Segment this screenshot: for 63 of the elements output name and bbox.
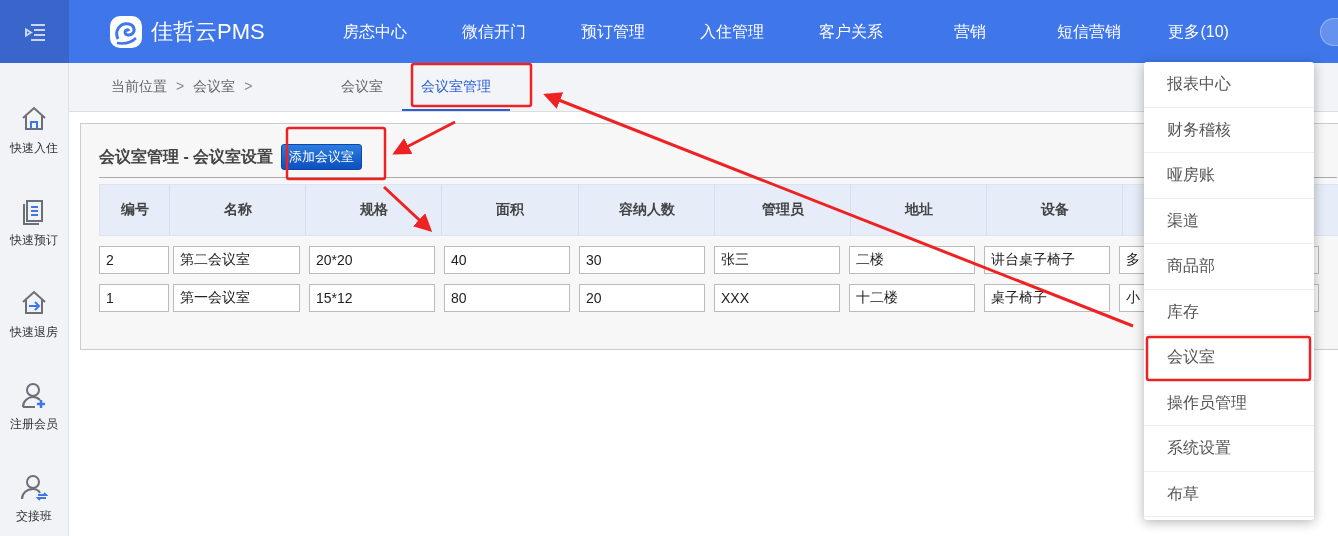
table-input-field[interactable]: 第二会议室	[173, 245, 300, 274]
table-input-field[interactable]: 15*12	[309, 283, 435, 312]
nav-item[interactable]: 客户关系	[791, 19, 911, 44]
table-input-field[interactable]: 第一会议室	[173, 283, 300, 312]
user-plus-icon[interactable]	[20, 381, 48, 409]
annotation-arrow	[392, 120, 456, 155]
menu-item[interactable]: 商品部	[1144, 244, 1314, 290]
column-header: 管理员	[715, 184, 851, 235]
nav-item[interactable]: 微信开门	[434, 19, 554, 44]
menu-icon[interactable]	[22, 22, 47, 41]
breadcrumb-item[interactable]: 会议室	[193, 76, 236, 97]
table-input-field[interactable]: 十二楼	[849, 283, 975, 312]
column-header: 编号	[100, 184, 170, 235]
menu-item[interactable]: 系统设置	[1144, 426, 1314, 472]
house-icon[interactable]	[20, 289, 48, 317]
breadcrumb-separator: >	[176, 77, 185, 96]
menu-item[interactable]: 哑房账	[1144, 153, 1314, 199]
nav-item[interactable]: 营销	[910, 19, 1030, 44]
table-input-field[interactable]: 20*20	[309, 245, 435, 274]
nav-item[interactable]: 更多(10)	[1148, 19, 1249, 44]
table-input-field[interactable]: 讲台桌子椅子	[984, 245, 1110, 274]
menu-item[interactable]: 操作员管理	[1144, 380, 1314, 426]
menu-item[interactable]: 会议室	[1144, 335, 1314, 381]
nav-item[interactable]: 短信营销	[1029, 19, 1149, 44]
table-input-field[interactable]: 1	[99, 283, 169, 312]
table-input-field[interactable]: 30	[579, 245, 705, 274]
sidebar-label[interactable]: 快速入住	[10, 139, 58, 157]
panel-title: 会议室管理 - 会议室设置	[99, 146, 274, 167]
column-header: 容纳人数	[579, 184, 715, 235]
logo-icon	[109, 14, 143, 49]
table-input-field[interactable]: XXX	[714, 283, 840, 312]
nav-item[interactable]: 房态中心	[314, 19, 435, 44]
brand-name: 佳哲云PMS	[151, 18, 265, 46]
menu-item[interactable]: 财务稽核	[1144, 107, 1314, 153]
menu-item[interactable]: 渠道	[1144, 198, 1314, 244]
house-icon[interactable]	[20, 105, 48, 133]
add-room-button[interactable]: 添加会议室	[281, 144, 363, 170]
column-header: 设备	[987, 184, 1123, 235]
tab[interactable]: 会议室管理	[402, 63, 510, 111]
breadcrumb-separator: >	[244, 77, 253, 96]
tab[interactable]: 会议室	[322, 63, 402, 111]
column-header: 规格	[306, 184, 442, 235]
menu-item[interactable]: 报表中心	[1144, 62, 1314, 108]
column-header: 地址	[851, 184, 987, 235]
sidebar-label[interactable]: 交接班	[16, 507, 52, 525]
column-header: 名称	[170, 184, 306, 235]
table-input-field[interactable]: 二楼	[849, 245, 975, 274]
table-input-field[interactable]: 40	[444, 245, 570, 274]
sidebar-label[interactable]: 注册会员	[10, 415, 58, 433]
table-input-field[interactable]: 张三	[714, 245, 840, 274]
user-swap-icon[interactable]	[20, 473, 48, 501]
nav-item[interactable]: 预订管理	[553, 19, 673, 44]
sidebar-label[interactable]: 快速预订	[10, 231, 58, 249]
menu-item[interactable]: 布草	[1144, 471, 1314, 517]
breadcrumb-item: 当前位置	[111, 77, 167, 96]
table-input-field[interactable]: 2	[99, 245, 169, 274]
table-input-field[interactable]: 80	[444, 283, 570, 312]
column-header: 面积	[442, 184, 579, 235]
nav-item[interactable]: 入住管理	[672, 19, 792, 44]
table-input-field[interactable]: 20	[579, 283, 705, 312]
table-input-field[interactable]: 桌子椅子	[984, 283, 1110, 312]
sidebar-label[interactable]: 快速退房	[10, 323, 58, 341]
menu-item[interactable]: 库存	[1144, 289, 1314, 335]
